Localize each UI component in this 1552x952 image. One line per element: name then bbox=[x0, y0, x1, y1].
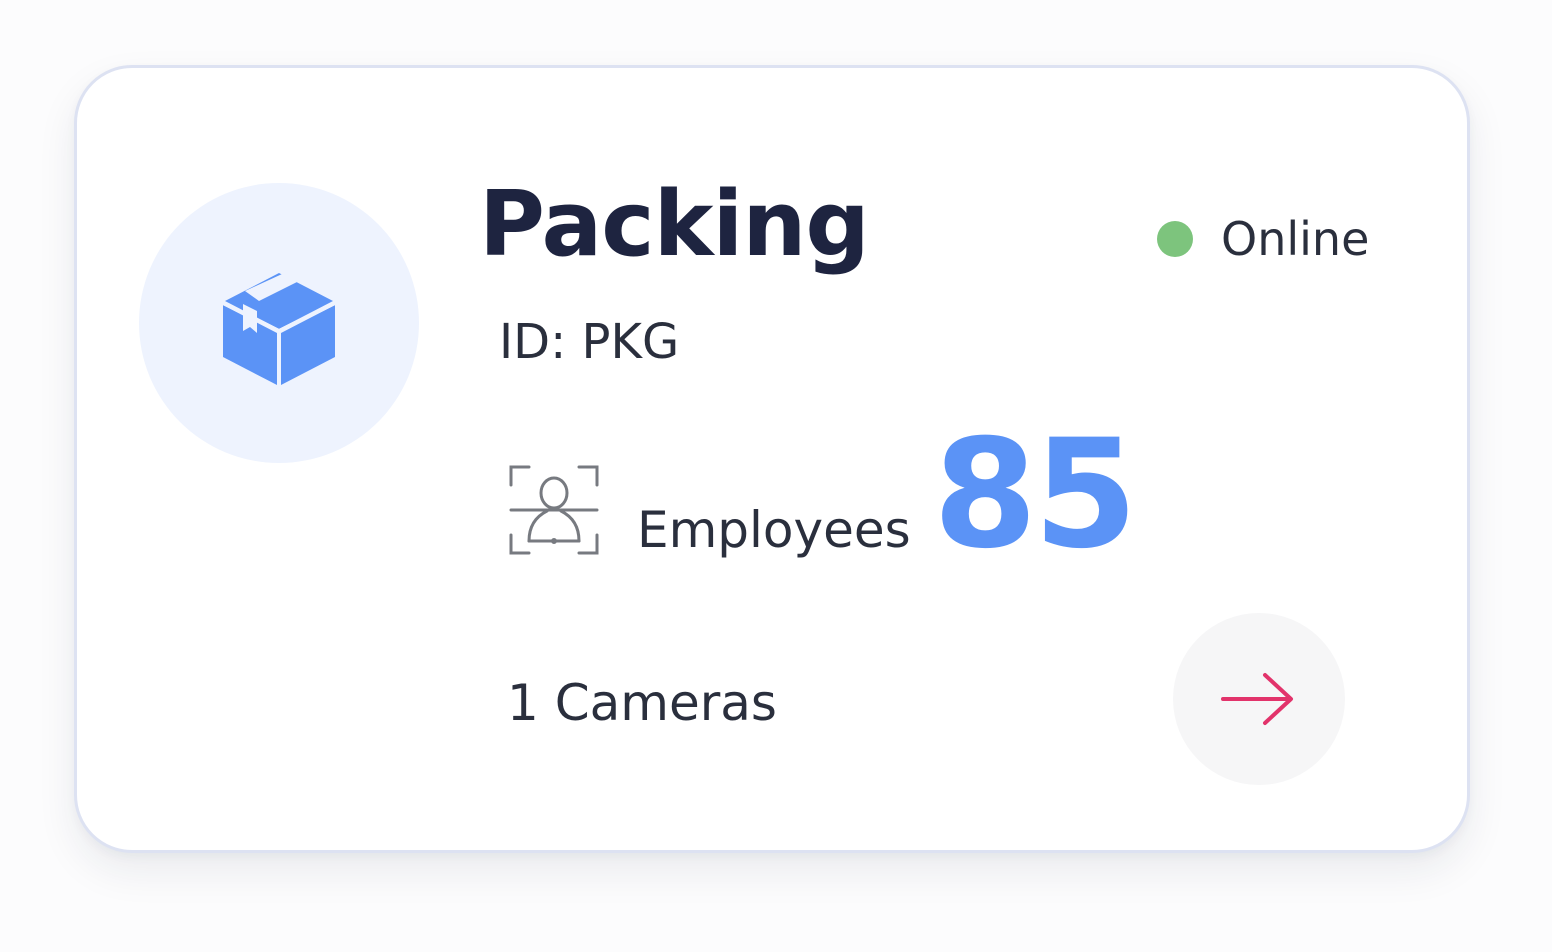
area-icon-badge bbox=[139, 183, 419, 463]
status-dot bbox=[1157, 221, 1193, 257]
employees-count: 85 bbox=[933, 408, 1138, 582]
employees-label: Employees bbox=[637, 501, 911, 559]
package-box-icon bbox=[222, 271, 336, 387]
face-scan-icon bbox=[509, 465, 599, 555]
area-card: Packing Online ID: PKG Employees 85 1 Ca… bbox=[74, 65, 1470, 853]
cameras-count: 1 Cameras bbox=[507, 674, 777, 732]
open-area-button[interactable] bbox=[1173, 613, 1345, 785]
area-id: ID: PKG bbox=[499, 314, 680, 370]
status-label: Online bbox=[1221, 212, 1370, 266]
status-indicator: Online bbox=[1157, 216, 1369, 262]
arrow-right-icon bbox=[1221, 673, 1293, 725]
area-title: Packing bbox=[479, 172, 870, 277]
